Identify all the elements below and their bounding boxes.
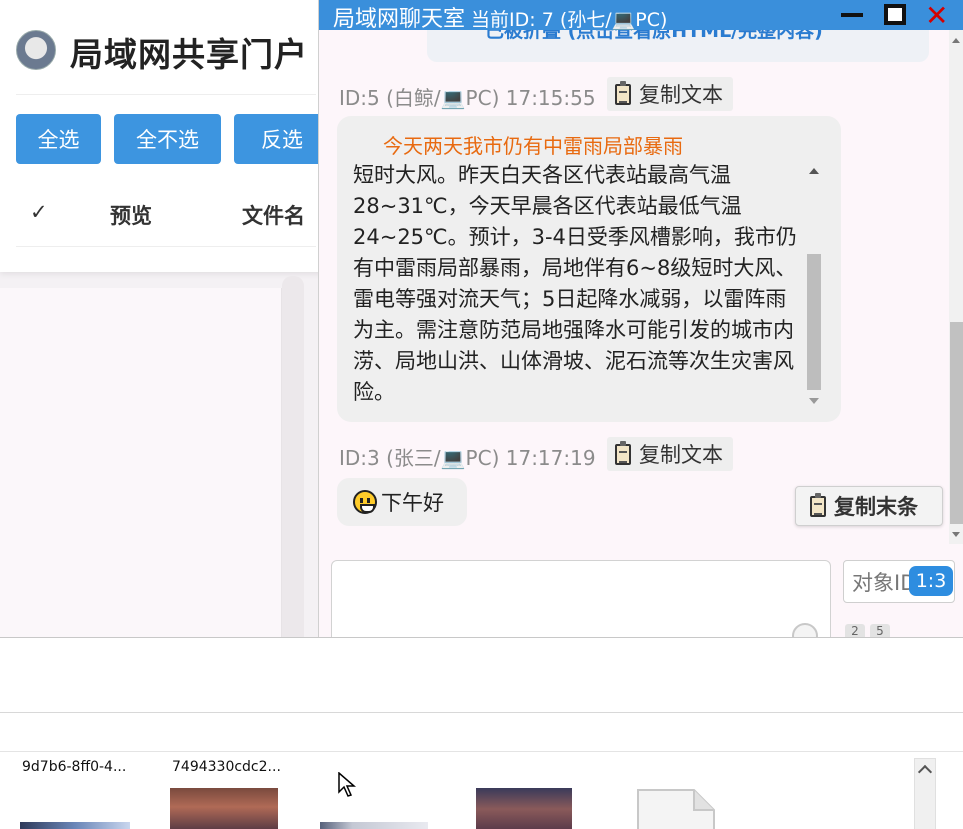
- divider: [16, 246, 316, 247]
- message-bubble: 今天两天我市仍有中雷雨局部暴雨 短时大风。昨天白天各区代表站最高气温28~31℃…: [337, 116, 841, 422]
- scroll-up-icon[interactable]: [809, 168, 819, 174]
- portal-page: 局域网共享门户 全选 全不选 反选 ✓ 预览 文件名: [0, 0, 330, 640]
- close-button[interactable]: ✕: [925, 0, 953, 32]
- minimize-button[interactable]: [839, 3, 867, 27]
- copy-last-label: 复制末条: [834, 495, 918, 519]
- chat-window: 局域网聊天室 当前ID: 7 (孙七/💻PC) ✕ 已被折叠 (点击查看原HTML…: [318, 0, 963, 640]
- clipboard-icon: [615, 80, 631, 105]
- maximize-button[interactable]: [881, 3, 909, 27]
- file-name[interactable]: 9d7b6-8ff0-4...: [22, 759, 126, 775]
- explorer-scrollbar[interactable]: [914, 758, 936, 829]
- minimize-icon: [841, 13, 863, 17]
- message-body: 下午好: [381, 491, 444, 515]
- current-id-label: 当前ID: 7 (孙七/💻PC): [471, 9, 668, 31]
- close-icon: ✕: [925, 0, 949, 32]
- scroll-thumb[interactable]: [807, 254, 821, 390]
- file-thumbnail[interactable]: [170, 788, 278, 829]
- column-header-filename[interactable]: 文件名: [242, 200, 305, 230]
- file-thumbnail[interactable]: [476, 788, 572, 829]
- message-body: 短时大风。昨天白天各区代表站最高气温28~31℃，今天早晨各区代表站最低气温24…: [353, 163, 797, 404]
- file-thumbnail[interactable]: [20, 822, 130, 829]
- divider: [0, 751, 963, 752]
- copy-last-button[interactable]: 复制末条: [795, 486, 943, 526]
- file-thumbnail[interactable]: [320, 822, 428, 829]
- scroll-up-icon[interactable]: [917, 764, 933, 780]
- scroll-up-icon[interactable]: [952, 38, 960, 43]
- page-title: 局域网共享门户: [70, 35, 308, 74]
- ratio-badge[interactable]: 1:3: [909, 566, 953, 596]
- smile-emoji-icon: [353, 490, 377, 514]
- panel-gutter: [282, 276, 304, 640]
- message-input[interactable]: [331, 560, 831, 640]
- copy-text-label: 复制文本: [639, 443, 723, 467]
- desktop: 局域网共享门户 全选 全不选 反选 ✓ 预览 文件名 局域网聊天室 当前ID: 7…: [0, 0, 963, 829]
- divider: [16, 94, 316, 95]
- portal-header-card: 局域网共享门户 全选 全不选 反选 ✓ 预览 文件名: [0, 0, 330, 272]
- select-all-button[interactable]: 全选: [16, 114, 101, 164]
- message-meta: ID:3 (张三/💻PC) 17:17:19: [339, 446, 596, 470]
- copy-text-label: 复制文本: [639, 83, 723, 107]
- chat-titlebar[interactable]: 局域网聊天室 当前ID: 7 (孙七/💻PC) ✕: [319, 0, 963, 33]
- chat-scrollbar[interactable]: [949, 30, 963, 544]
- partial-message-text[interactable]: 已被折叠 (点击查看原HTML/完整内容): [485, 30, 823, 43]
- file-name[interactable]: 7494330cdc2...: [172, 759, 281, 775]
- select-none-button[interactable]: 全不选: [114, 114, 221, 164]
- document-icon[interactable]: [636, 788, 716, 829]
- scroll-thumb[interactable]: [950, 322, 963, 524]
- message-bubble: 下午好: [337, 478, 467, 526]
- column-header-preview[interactable]: 预览: [110, 200, 152, 230]
- clipboard-icon: [615, 440, 631, 465]
- message-scrollbar[interactable]: [805, 168, 823, 408]
- divider: [0, 712, 963, 713]
- copy-text-button[interactable]: 复制文本: [607, 437, 733, 471]
- mouse-cursor-icon: [338, 772, 357, 797]
- maximize-icon: [884, 4, 906, 25]
- chat-title: 局域网聊天室 当前ID: 7 (孙七/💻PC): [333, 1, 667, 33]
- message-headline: 今天两天我市仍有中雷雨局部暴雨: [383, 134, 683, 158]
- invert-selection-button[interactable]: 反选: [234, 114, 330, 164]
- chat-title-text: 局域网聊天室: [333, 7, 466, 32]
- copy-text-button[interactable]: 复制文本: [607, 77, 733, 111]
- file-explorer: 9d7b6-8ff0-4... 7494330cdc2...: [0, 637, 963, 829]
- clipboard-icon: [810, 492, 826, 517]
- file-list-panel: [0, 288, 282, 640]
- message-meta: ID:5 (白鲸/💻PC) 17:15:55: [339, 86, 596, 110]
- message-bubble-partial: 已被折叠 (点击查看原HTML/完整内容): [427, 30, 929, 62]
- scroll-down-icon[interactable]: [952, 532, 960, 537]
- scroll-down-icon[interactable]: [809, 398, 819, 404]
- column-header-check[interactable]: ✓: [30, 200, 48, 224]
- avatar: [16, 30, 56, 70]
